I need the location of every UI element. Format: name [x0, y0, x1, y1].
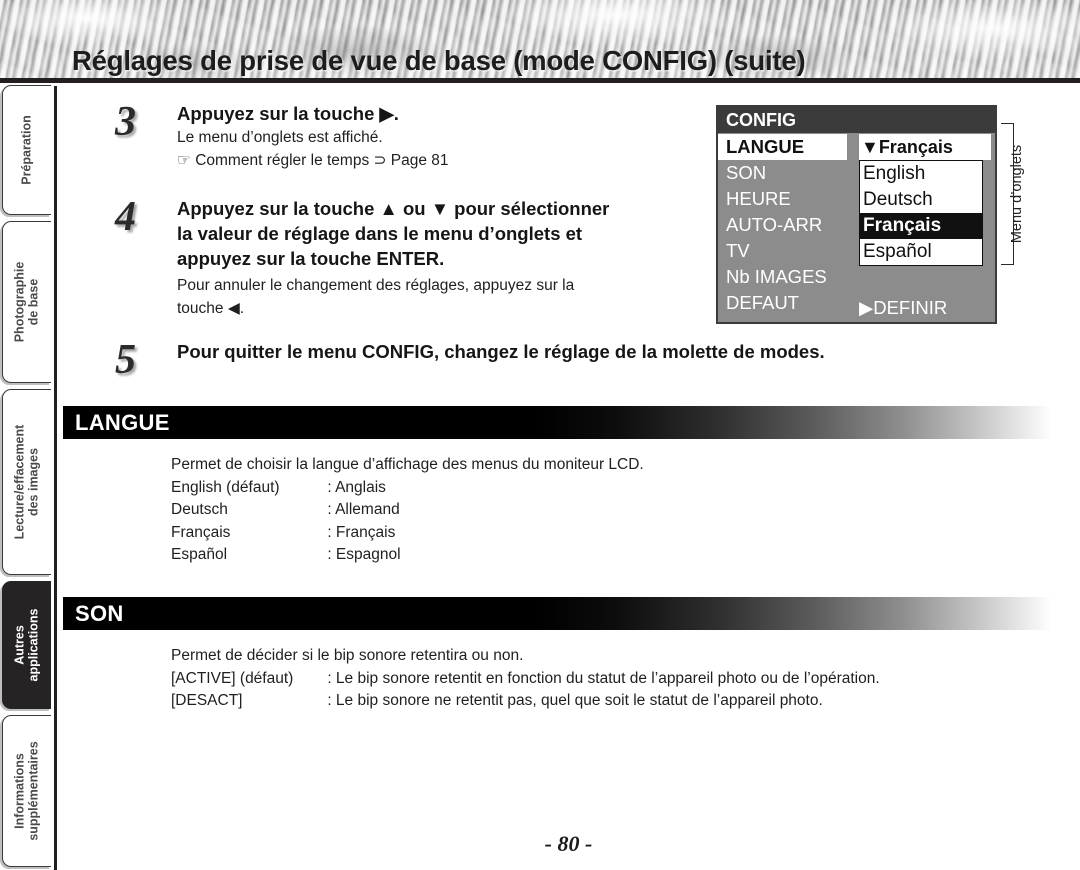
- section-body-langue: Permet de choisir la langue d’affichage …: [171, 454, 991, 567]
- step-4-heading-line-2: la valeur de réglage dans le menu d’ongl…: [177, 223, 583, 244]
- lcd-option-english[interactable]: English: [860, 161, 982, 187]
- section-title: LANGUE: [75, 410, 170, 435]
- step-4-heading-line-3: appuyez sur la touche ENTER.: [177, 248, 445, 269]
- langue-row-key: Français: [171, 523, 231, 541]
- sidebar-item-label: Informations supplémentaires: [12, 741, 41, 841]
- step-number: 3: [115, 99, 136, 145]
- step-number: 4: [115, 194, 136, 240]
- step-3-heading: Appuyez sur la touche ▶.: [177, 103, 399, 124]
- sidebar-item-label: Photographie de base: [12, 261, 41, 343]
- langue-row-key: English (défaut): [171, 478, 280, 496]
- step-4-heading-line-1: Appuyez sur la touche ▲ ou ▼ pour sélect…: [177, 198, 610, 219]
- step-3-line-1: Le menu d’onglets est affiché.: [177, 129, 383, 146]
- lcd-option-deutsch[interactable]: Deutsch: [860, 187, 982, 213]
- chapter-tab-strip: Préparation Photographie de base Lecture/…: [0, 83, 56, 870]
- lcd-item-tv[interactable]: TV: [718, 238, 847, 264]
- header-divider-rule: [0, 78, 1080, 83]
- page-content: 3 Appuyez sur la touche ▶. Le menu d’ong…: [57, 86, 1080, 870]
- page-title: Réglages de prise de vue de base (mode C…: [72, 45, 806, 76]
- sidebar-item-autres-applications[interactable]: Autres applications: [2, 581, 51, 709]
- section-body-son: Permet de décider si le bip sonore reten…: [171, 645, 1071, 713]
- langue-row-key: Deutsch: [171, 501, 228, 518]
- son-row-value: : Le bip sonore retentit en fonction du …: [327, 669, 880, 687]
- lcd-item-heure[interactable]: HEURE: [718, 186, 847, 212]
- lcd-item-son[interactable]: SON: [718, 160, 847, 186]
- sidebar-item-label: Lecture/effacement des images: [12, 424, 41, 540]
- section-title: SON: [75, 601, 124, 626]
- sidebar-item-label: Préparation: [19, 115, 34, 185]
- lcd-option-francais[interactable]: Français: [860, 213, 982, 239]
- sidebar-item-preparation[interactable]: Préparation: [2, 85, 51, 215]
- tab-menu-callout-label: Menu d’onglets: [1008, 126, 1026, 262]
- langue-intro: Permet de choisir la langue d’affichage …: [171, 456, 644, 473]
- lcd-language-dropdown[interactable]: English Deutsch Français Español: [859, 160, 983, 266]
- lcd-current-value: ▼Français: [859, 134, 991, 160]
- page-number: - 80 -: [544, 831, 593, 856]
- sidebar-item-lecture-effacement-des-images[interactable]: Lecture/effacement des images: [2, 389, 51, 575]
- step-5-heading: Pour quitter le menu CONFIG, changez le …: [177, 341, 825, 362]
- lcd-item-langue[interactable]: LANGUE: [718, 134, 847, 160]
- lcd-item-auto-arr[interactable]: AUTO-ARR: [718, 212, 847, 238]
- section-header-son: SON: [63, 597, 1052, 630]
- langue-row-value: : Allemand: [327, 501, 400, 518]
- langue-row-value: : Français: [327, 523, 396, 541]
- son-intro: Permet de décider si le bip sonore reten…: [171, 647, 524, 664]
- lcd-definir-action[interactable]: ▶DEFINIR: [859, 297, 947, 319]
- step-3-line-2: ☞ Comment régler le temps ⊃ Page 81: [177, 152, 449, 169]
- lcd-item-defaut[interactable]: DEFAUT: [718, 290, 847, 316]
- lcd-option-espanol[interactable]: Español: [860, 239, 982, 265]
- section-header-langue: LANGUE: [63, 406, 1052, 439]
- sidebar-item-informations-supplementaires[interactable]: Informations supplémentaires: [2, 715, 51, 867]
- langue-row-value: : Anglais: [327, 478, 386, 496]
- lcd-item-nb-images[interactable]: Nb IMAGES: [718, 264, 847, 290]
- sidebar-item-label: Autres applications: [12, 608, 41, 682]
- sidebar-item-photographie-de-base[interactable]: Photographie de base: [2, 221, 51, 383]
- langue-row-key: Español: [171, 546, 228, 563]
- step-4-line-1: Pour annuler le changement des réglages,…: [177, 277, 575, 294]
- step-4-line-2: touche ◀.: [177, 300, 245, 317]
- son-row-value: : Le bip sonore ne retentit pas, quel qu…: [327, 692, 823, 709]
- step-number: 5: [115, 337, 136, 383]
- lcd-menu-title: CONFIG: [718, 107, 995, 133]
- son-row-key: [ACTIVE] (défaut): [171, 669, 294, 687]
- camera-lcd-menu: CONFIG LANGUE SON HEURE AUTO-ARR TV Nb I…: [716, 105, 997, 324]
- son-row-key: [DESACT]: [171, 692, 243, 709]
- tab-menu-callout-text: Menu d’onglets: [1009, 144, 1025, 244]
- langue-row-value: : Espagnol: [327, 546, 401, 563]
